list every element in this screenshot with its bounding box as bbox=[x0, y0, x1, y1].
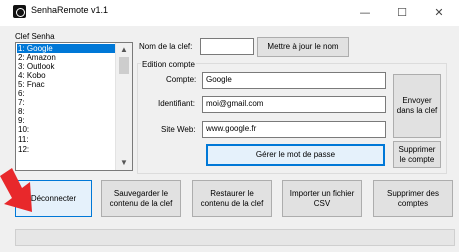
edition-compte-label: Edition compte bbox=[141, 60, 196, 69]
save-key-button[interactable]: Sauvegarder le contenu de la clef bbox=[101, 180, 181, 217]
scrollbar-thumb[interactable] bbox=[119, 57, 129, 74]
delete-accounts-button[interactable]: Supprimer des comptes bbox=[373, 180, 453, 217]
restore-key-button[interactable]: Restaurer le contenu de la clef bbox=[192, 180, 272, 217]
compte-input[interactable]: Google bbox=[202, 72, 386, 89]
minimize-button[interactable]: — bbox=[346, 0, 384, 26]
send-to-key-button[interactable]: Envoyer dans la clef bbox=[393, 74, 441, 138]
list-item[interactable]: 2: Amazon bbox=[17, 53, 116, 62]
list-item[interactable]: 5: Fnac bbox=[17, 80, 116, 89]
annotation-arrow-icon bbox=[0, 168, 32, 212]
app-window: SenhaRemote v1.1 — ☐ ✕ Clef Senha 1: Goo… bbox=[0, 0, 459, 252]
list-item-selected[interactable]: 1: Google bbox=[17, 44, 116, 53]
close-button[interactable]: ✕ bbox=[420, 0, 458, 26]
identifiant-label: Identifiant: bbox=[158, 99, 195, 108]
list-item[interactable]: 10: bbox=[17, 125, 116, 134]
list-item[interactable]: 7: bbox=[17, 98, 116, 107]
list-item[interactable]: 3: Outlook bbox=[17, 62, 116, 71]
delete-account-button[interactable]: Supprimer le compte bbox=[393, 141, 441, 168]
compte-label: Compte: bbox=[166, 75, 197, 84]
title-bar[interactable]: SenhaRemote v1.1 — ☐ ✕ bbox=[0, 0, 459, 26]
chevron-down-icon[interactable]: ▼ bbox=[116, 156, 132, 170]
update-name-button[interactable]: Mettre à jour le nom bbox=[257, 37, 349, 57]
identifiant-input[interactable]: moi@gmail.com bbox=[202, 96, 386, 113]
status-bar bbox=[15, 229, 455, 246]
import-csv-button[interactable]: Importer un fichier CSV bbox=[282, 180, 362, 217]
list-item[interactable]: 9: bbox=[17, 116, 116, 125]
list-item[interactable]: 8: bbox=[17, 107, 116, 116]
list-item[interactable]: 12: bbox=[17, 145, 116, 154]
manage-password-button[interactable]: Gérer le mot de passe bbox=[206, 144, 385, 166]
app-logo-icon bbox=[13, 5, 26, 18]
list-item[interactable]: 4: Kobo bbox=[17, 71, 116, 80]
clef-senha-label: Clef Senha bbox=[15, 32, 55, 41]
nom-clef-label: Nom de la clef: bbox=[139, 42, 193, 51]
list-item[interactable]: 6: bbox=[17, 89, 116, 98]
list-item[interactable]: 11: bbox=[17, 135, 116, 144]
nom-clef-input[interactable] bbox=[200, 38, 254, 55]
clef-listbox[interactable]: 1: Google 2: Amazon 3: Outlook 4: Kobo 5… bbox=[15, 42, 133, 171]
chevron-up-icon[interactable]: ▲ bbox=[116, 43, 132, 57]
list-scrollbar[interactable]: ▲ ▼ bbox=[115, 43, 132, 170]
siteweb-label: Site Web: bbox=[161, 125, 196, 134]
siteweb-input[interactable]: www.google.fr bbox=[202, 121, 386, 138]
window-title: SenhaRemote v1.1 bbox=[31, 5, 109, 15]
maximize-button[interactable]: ☐ bbox=[383, 0, 421, 26]
